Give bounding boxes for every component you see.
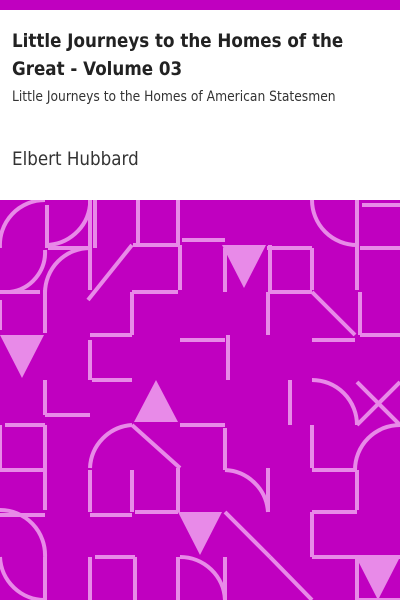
book-subtitle: Little Journeys to the Homes of American… xyxy=(12,89,336,105)
cover-pattern xyxy=(0,200,400,600)
book-title: Little Journeys to the Homes of the Grea… xyxy=(12,30,344,80)
triangle-down-1 xyxy=(222,245,266,288)
triangle-down-3 xyxy=(178,512,222,555)
book-author: Elbert Hubbard xyxy=(12,148,139,170)
triangle-up-1 xyxy=(134,380,178,422)
top-accent-bar xyxy=(0,0,400,10)
triangle-down-2 xyxy=(0,335,44,378)
cover-header: Little Journeys to the Homes of the Grea… xyxy=(0,10,400,200)
triangle-down-4 xyxy=(356,557,400,600)
decorative-pattern xyxy=(0,200,400,600)
